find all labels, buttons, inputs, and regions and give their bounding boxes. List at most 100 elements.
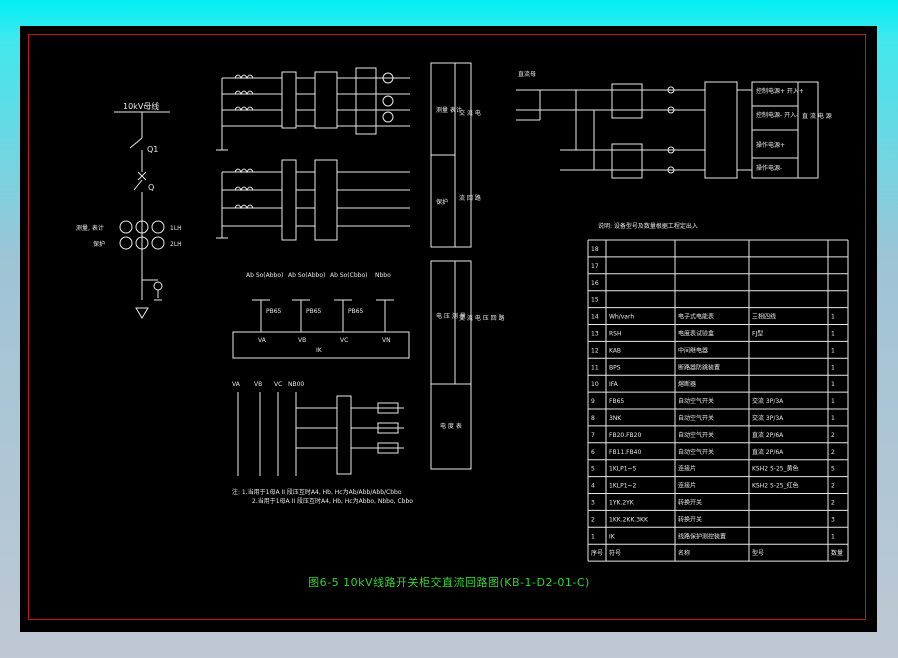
q1-label: Q1 [147, 145, 158, 154]
table-cell: FB20.FB20 [609, 432, 641, 439]
pt-bus-a: VA [258, 337, 267, 344]
bus-label: 10kV母线 [123, 101, 159, 111]
q-label: Q [148, 183, 154, 192]
pt-header-1: Ab So(Abbo) [246, 272, 283, 279]
rel-header-3: VC [274, 381, 282, 388]
table-cell: 电度表试验盒 [678, 330, 714, 338]
table-cell: 连接片 [678, 465, 696, 473]
table-cell: KSH2 5-25_红色 [752, 482, 799, 490]
table-header-cell: 型号 [752, 549, 764, 557]
table-cell: 熔断器 [678, 380, 696, 388]
table-cell: 电子式电能表 [678, 313, 714, 321]
table-cell: 3 [831, 516, 835, 523]
table-cell: 自动空气开关 [678, 431, 714, 439]
voltage-vertical: 交 流 电 压 回 路 [459, 314, 505, 322]
ac-protect-label: 保护 [436, 198, 448, 206]
table-cell: 1 [591, 533, 595, 540]
table-cell: 中间继电器 [678, 346, 708, 354]
table-cell: 线路保护测控装置 [678, 532, 726, 540]
dc-item-4: 操作电源- [756, 164, 782, 172]
table-cell: 1 [831, 398, 835, 405]
pt-header-4: Nbbo [375, 272, 391, 279]
dc-circuit: 直流母 控制电源+ 开入+ 控制电源- 开入- 操作电源+ 操作电源- 直 流 … [516, 70, 832, 179]
rel-header-1: VA [232, 381, 241, 388]
table-cell: 2 [831, 483, 835, 490]
bom-table: 1817161514 Wh/varh 电子式电能表 三相四线 113 RSH 电度表试验盒 F… [587, 239, 849, 562]
table-cell: 2 [591, 516, 595, 523]
table-cell: 1 [831, 364, 835, 371]
table-cell: 1 [831, 415, 835, 422]
table-cell: 8 [591, 415, 595, 422]
table-cell: 1KLP1~5 [609, 466, 637, 473]
table-cell: 1 [831, 331, 835, 338]
table-cell: 断路器防跳装置 [678, 363, 720, 371]
note-line-2: 2.当用于1母A II 段压互时A4, Hb, Hc为Abbo, Nbbo, C… [252, 497, 413, 505]
table-cell: 交流 3P/3A [752, 397, 784, 405]
rel-header-2: VB [254, 381, 262, 388]
table-cell: 自动空气开关 [678, 397, 714, 405]
table-cell: 12 [591, 347, 599, 354]
table-cell: 2 [831, 432, 835, 439]
table-cell: 17 [591, 263, 599, 270]
table-header-cell: 数量 [831, 549, 843, 557]
table-cell: 18 [591, 246, 599, 253]
table-cell: 连接片 [678, 482, 696, 490]
table-cell: 16 [591, 280, 599, 287]
ac-current-circuit: 测量 表计 保护 交 流 电 流 回 路 [216, 62, 481, 248]
table-cell: 自动空气开关 [678, 414, 714, 422]
measure-label: 测量, 表计 [76, 224, 104, 232]
table-cell: 5 [591, 466, 595, 473]
pt-header-2: Ab So(Abbo) [288, 272, 325, 279]
table-cell: FB11.FB40 [609, 449, 641, 456]
table-cell: 13 [591, 331, 599, 338]
table-cell: 交流 3P/3A [752, 414, 784, 422]
rel-header-4: NB00 [288, 381, 304, 388]
pt-bus-c: VC [340, 337, 348, 344]
pt-label-2: PB65 [306, 308, 322, 315]
ct1-label: 1LH [170, 225, 182, 232]
dc-item-2: 控制电源- 开入- [756, 111, 798, 119]
table-header-cell: 序号 [591, 549, 603, 557]
pt-label-3: PB65 [348, 308, 364, 315]
table-cell: 1YK.2YK [609, 500, 635, 507]
note-line-1: 注: 1.当用于1母A II 段压互时A4, Hb, Hc为Ab/Abb/Abb… [232, 488, 402, 496]
pt-label-1: PB65 [266, 308, 282, 315]
pt-bus-b: VB [298, 337, 306, 344]
pt-bus-n: VN [382, 337, 391, 344]
dc-item-1: 控制电源+ 开入+ [756, 87, 804, 95]
table-cell: FB65 [609, 398, 624, 405]
table-header-cell: 符号 [609, 549, 621, 557]
table-cell: 4 [591, 483, 595, 490]
table-cell: Wh/varh [609, 314, 634, 321]
ac-voltage-circuit: Ab So(Abbo) Ab So(Abbo) Ab So(Cbbo) Nbbo… [232, 260, 505, 505]
table-header-cell: 名称 [678, 549, 690, 557]
dc-bus-label: 直流母 [518, 70, 536, 78]
table-cell: 5 [831, 466, 835, 473]
table-note: 说明: 设备型号及数量根据工程定出入 [598, 222, 698, 230]
table-cell: 7 [591, 432, 595, 439]
table-cell: RSH [609, 331, 622, 338]
table-cell: 1 [831, 533, 835, 540]
table-cell: 自动空气开关 [678, 448, 714, 456]
energy-meter-label: 电 度 表 [440, 422, 462, 430]
table-cell: 3NK [609, 415, 622, 422]
table-cell: BPS [609, 364, 621, 371]
table-cell: 6 [591, 449, 595, 456]
dc-item-3: 操作电源+ [756, 141, 785, 149]
pt-header-3: Ab So(Cbbo) [330, 272, 367, 279]
table-cell: 14 [591, 314, 599, 321]
table-cell: 1 [831, 381, 835, 388]
table-cell: 1 [831, 347, 835, 354]
table-cell: 3 [591, 500, 595, 507]
table-cell: IK [609, 533, 616, 540]
table-cell: 2 [831, 449, 835, 456]
dc-vertical-label: 直 流 电 源 [802, 112, 832, 120]
ac-current-vertical-2: 流 回 路 [459, 194, 481, 202]
single-line-diagram: 10kV母线 Q1 Q 测量, 表计 保护 1LH 2LH [76, 101, 182, 319]
table-cell: KSH2 5-25_黄色 [752, 465, 799, 473]
ct2-label: 2LH [170, 241, 182, 248]
table-cell: 2 [831, 500, 835, 507]
table-cell: 转换开关 [678, 499, 702, 507]
table-cell: 15 [591, 297, 599, 304]
protect-label: 保护 [93, 240, 105, 248]
